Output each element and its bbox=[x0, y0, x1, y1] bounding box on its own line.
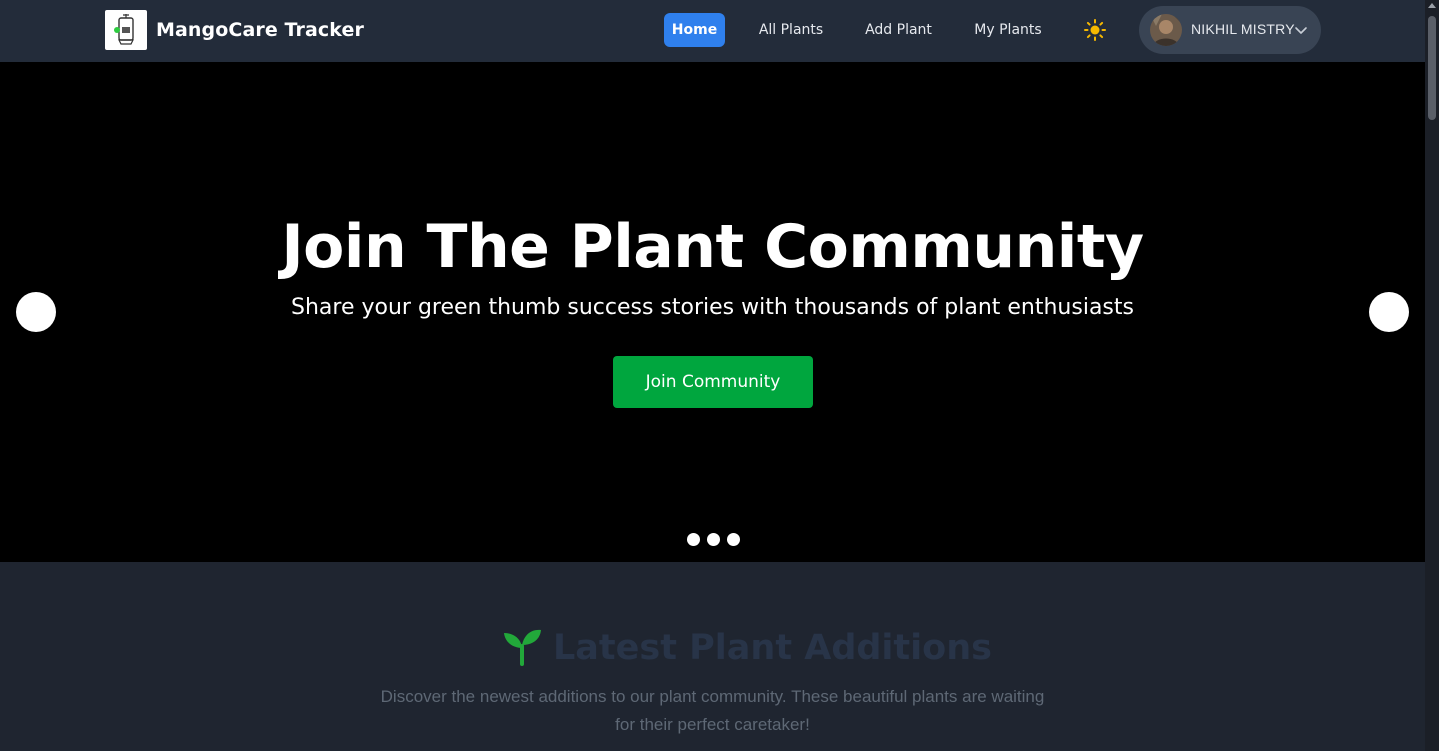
carousel-prev-button[interactable] bbox=[16, 292, 56, 332]
page-scrollbar[interactable] bbox=[1425, 0, 1439, 751]
scroll-up-arrow-icon[interactable] bbox=[1428, 3, 1436, 8]
theme-toggle-button[interactable] bbox=[1083, 18, 1107, 42]
join-community-button[interactable]: Join Community bbox=[613, 356, 813, 408]
sun-icon bbox=[1084, 19, 1106, 41]
hero-title: Join The Plant Community bbox=[281, 212, 1144, 282]
carousel-dot-1[interactable] bbox=[687, 533, 700, 546]
scrollbar-thumb[interactable] bbox=[1428, 16, 1436, 120]
user-avatar-image bbox=[1150, 14, 1182, 46]
chevron-down-icon bbox=[1295, 27, 1307, 34]
latest-section-title: Latest Plant Additions bbox=[553, 628, 992, 668]
brand-name[interactable]: MangoCare Tracker bbox=[156, 19, 364, 41]
avatar bbox=[1150, 14, 1182, 46]
top-navbar: MangoCare Tracker Home All Plants Add Pl… bbox=[0, 0, 1425, 62]
hero-subtitle: Share your green thumb success stories w… bbox=[291, 295, 1134, 320]
brand-logo[interactable] bbox=[105, 10, 147, 50]
sprout-icon bbox=[504, 629, 541, 666]
nav-home[interactable]: Home bbox=[664, 13, 725, 47]
user-menu-button[interactable]: NIKHIL MISTRY bbox=[1139, 6, 1321, 54]
hero-carousel: Join The Plant Community Share your gree… bbox=[0, 62, 1425, 562]
carousel-dot-3[interactable] bbox=[727, 533, 740, 546]
carousel-dot-2[interactable] bbox=[707, 533, 720, 546]
user-name: NIKHIL MISTRY bbox=[1191, 21, 1295, 37]
carousel-next-button[interactable] bbox=[1369, 292, 1409, 332]
nav-my-plants[interactable]: My Plants bbox=[973, 13, 1043, 47]
latest-section-description: Discover the newest additions to our pla… bbox=[380, 687, 1045, 734]
nav-all-plants[interactable]: All Plants bbox=[756, 13, 826, 47]
plant-logo-icon bbox=[114, 14, 134, 45]
nav-add-plant[interactable]: Add Plant bbox=[864, 13, 933, 47]
